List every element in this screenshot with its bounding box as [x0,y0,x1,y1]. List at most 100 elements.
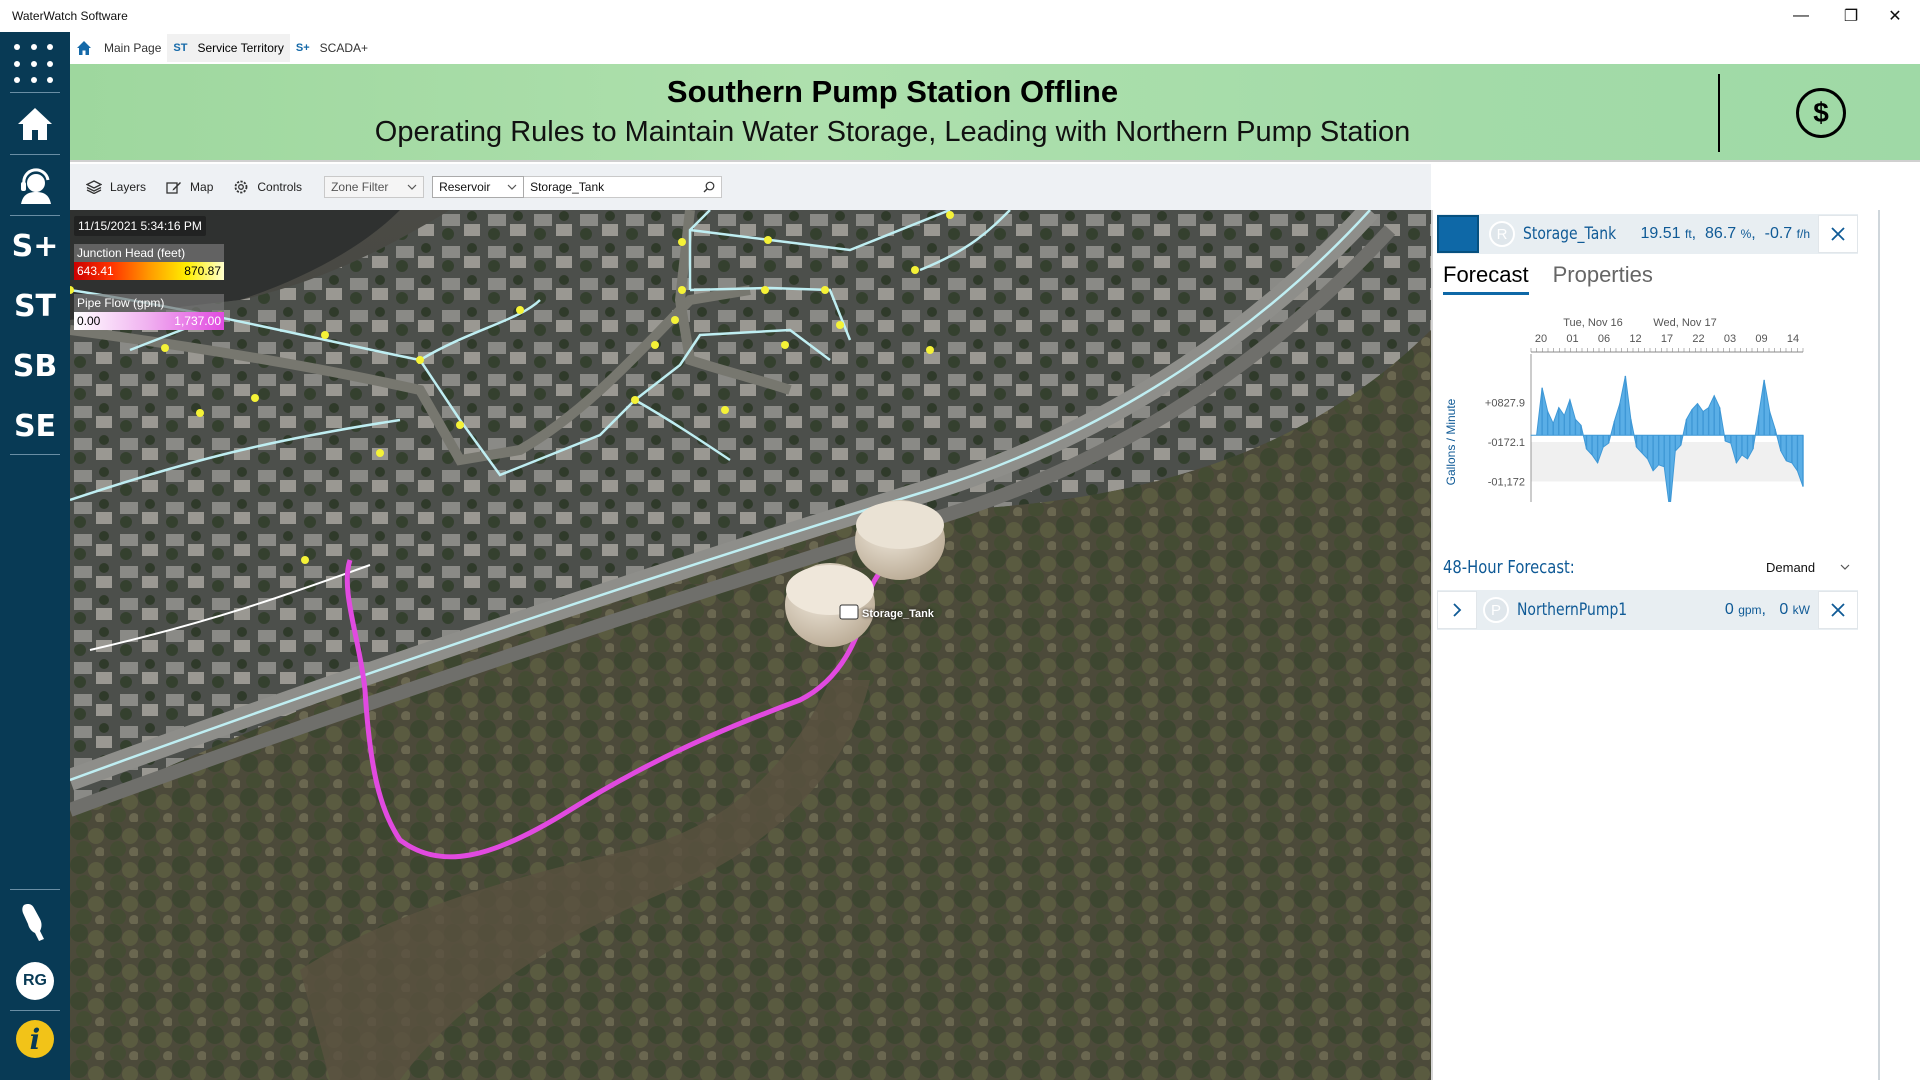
home-button[interactable] [0,96,70,152]
asset-color-swatch[interactable] [1437,215,1479,253]
tab-scada-plus[interactable]: S+ SCADA+ [290,34,374,62]
layers-button[interactable]: Layers [76,172,156,202]
tank-level: 19.51 [1640,225,1681,242]
forecast-type-value: Demand [1766,559,1816,575]
chevron-down-icon [407,184,417,190]
rail-divider [10,889,60,890]
restore-button[interactable]: ❐ [1828,4,1874,28]
tab-forecast[interactable]: Forecast [1443,262,1529,295]
day-label: Wed, Nov 17 [1653,317,1716,329]
gear-icon [234,180,248,194]
zone-filter-placeholder: Zone Filter [331,180,389,194]
avatar[interactable]: RG [16,962,54,1000]
rail-divider [10,92,60,93]
map-button[interactable]: Map [156,172,223,202]
forecast-type-select[interactable]: Demand [1758,553,1858,581]
home-icon [18,108,52,140]
y-axis-label: Gallons / Minute [1444,398,1458,485]
day-label: Tue, Nov 16 [1563,317,1623,329]
rail-divider [10,454,60,455]
y-tick-label: +0827.9 [1485,397,1525,409]
app-launcher-icon[interactable] [14,44,56,86]
map-edit-icon [166,182,182,194]
map-timestamp: 11/15/2021 5:34:16 PM [74,216,206,236]
panel-scrollbar[interactable] [1878,210,1880,1080]
expand-pump-button[interactable] [1437,591,1477,629]
search-icon[interactable] [703,181,715,193]
x-tick-label: 12 [1629,333,1641,345]
chevron-down-icon [1840,564,1850,570]
tank-percent: 86.7 [1705,225,1737,242]
map-view[interactable]: 11/15/2021 5:34:16 PM Junction Head (fee… [70,210,1431,1080]
asset-type-value: Reservoir [439,180,491,194]
panel-tabs: Forecast Properties [1443,262,1677,295]
restore-icon: ❐ [1843,8,1859,25]
tab-main-page[interactable]: Main Page [98,34,167,62]
tab-properties[interactable]: Properties [1553,262,1653,295]
selected-asset-row[interactable]: R Storage_Tank 19.51 ft, 86.7 %, -0.7 f/… [1437,214,1858,254]
tank-percent-unit: % [1740,227,1752,241]
rail-item-se[interactable]: SE [0,398,70,454]
rail-divider [10,215,60,216]
legend-junction-head: Junction Head (feet) 643.41 870.87 [74,244,224,280]
legend-min: 643.41 [77,264,114,278]
tools-button[interactable] [0,894,70,950]
close-icon [1831,603,1845,617]
close-pump-button[interactable] [1818,591,1858,629]
asset-type-select[interactable]: Reservoir [432,176,525,198]
cost-button[interactable]: $ [1796,88,1846,138]
x-tick-label: 22 [1692,333,1704,345]
forecast-label: 48-Hour Forecast: [1443,556,1575,578]
close-asset-button[interactable] [1818,215,1858,253]
rail-item-scada-plus[interactable]: S+ [0,218,70,274]
left-rail: S+ ST SB SE RG i [0,32,70,1080]
home-tab-icon[interactable] [76,40,92,56]
tank-rate: -0.7 [1764,225,1793,242]
map-label: Map [190,180,214,194]
minimize-icon: — [1793,7,1809,24]
rail-item-service-territory[interactable]: ST [0,278,70,334]
close-icon [1831,227,1845,241]
wrench-icon [22,904,44,941]
chevron-right-icon [1453,603,1462,617]
dollar-icon: $ [1813,97,1829,128]
banner-subtitle: Operating Rules to Maintain Water Storag… [374,116,1411,148]
asset-values: 19.51 ft, 86.7 %, -0.7 f/h [1640,225,1811,242]
tank-level-unit: ft [1685,227,1692,241]
tab-abbr: ST [173,42,188,54]
chevron-down-icon [507,184,517,190]
pump-flow: 0 [1724,601,1734,618]
pump-power-unit: kW [1792,603,1810,617]
pump-name: NorthernPump1 [1517,600,1628,620]
rail-item-sb[interactable]: SB [0,338,70,394]
details-panel: R Storage_Tank 19.51 ft, 86.7 %, -0.7 f/… [1431,210,1880,1080]
info-button[interactable]: i [16,1020,54,1058]
close-icon: ✕ [1888,8,1902,25]
title-bar: WaterWatch Software — ❐ ✕ [0,0,1920,43]
legend-min: 0.00 [77,314,101,328]
forecast-controls: 48-Hour Forecast: Demand [1443,552,1858,582]
y-tick-label: -0172.1 [1488,437,1525,449]
x-tick-label: 06 [1598,333,1610,345]
pump-row[interactable]: P NorthernPump1 0 gpm, 0 kW [1437,590,1858,630]
minimize-button[interactable]: — [1778,4,1824,28]
controls-button[interactable]: Controls [223,172,312,202]
rail-divider [10,1010,60,1011]
x-tick-label: 03 [1724,333,1736,345]
x-tick-label: 01 [1566,333,1578,345]
forecast-chart[interactable]: +0827.9 -0172.1 -01,172 Gallons / Minute Tue… [1433,302,1863,511]
close-window-button[interactable]: ✕ [1872,4,1918,28]
operator-headset-icon [21,168,51,204]
legend-gradient: 643.41 870.87 [74,262,224,280]
y-tick-label: -01,172 [1488,476,1525,488]
tab-label: Main Page [104,41,162,55]
tank-map-label[interactable]: Storage_Tank [862,608,934,620]
zone-filter-select[interactable]: Zone Filter [324,176,425,198]
asset-search-input[interactable]: Storage_Tank [524,176,723,198]
tab-service-territory[interactable]: ST Service Territory [167,34,290,62]
x-tick-label: 17 [1661,333,1673,345]
aerial-3d-scene[interactable] [70,210,1431,1080]
legend-gradient: 0.00 1,737.00 [74,312,224,330]
tab-label: SCADA+ [319,41,369,55]
operator-button[interactable] [0,158,70,214]
